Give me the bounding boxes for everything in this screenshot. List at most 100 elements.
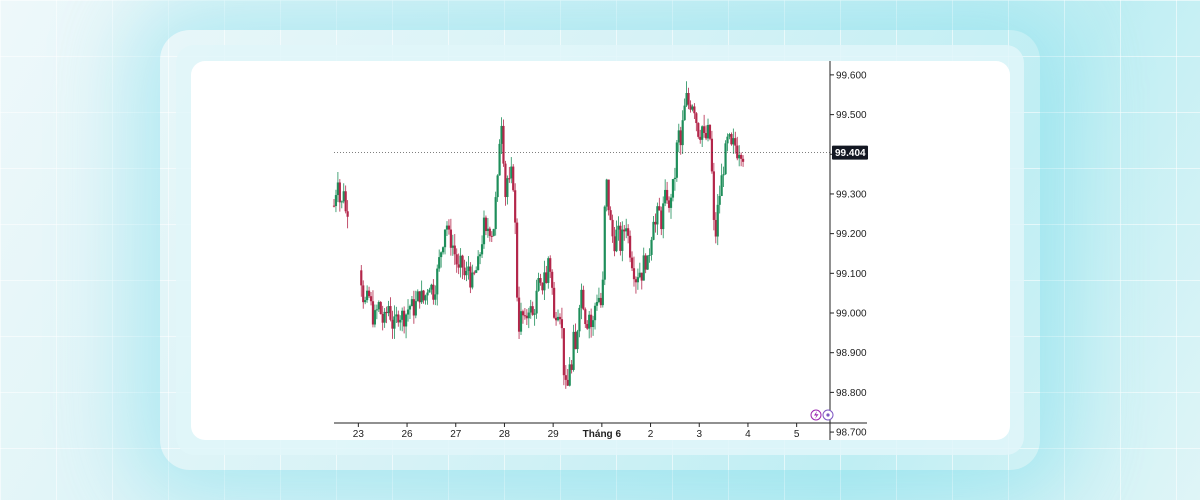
candle-body [638, 272, 641, 278]
last-price-tag: 99.404 [832, 145, 868, 160]
candle-body [465, 270, 468, 276]
candle-body [404, 314, 408, 327]
candle-body [648, 254, 651, 256]
candle-body [603, 206, 606, 280]
candle-body [414, 301, 417, 316]
candle-body [412, 299, 415, 316]
candle-body [440, 252, 443, 258]
candle-body [623, 229, 626, 232]
candle-body [669, 197, 673, 208]
event-icons[interactable] [810, 409, 834, 421]
candle-body [619, 225, 622, 251]
candle-body [451, 245, 454, 248]
candle-body [658, 206, 661, 211]
candle-body [706, 124, 710, 139]
candle-body [422, 290, 425, 301]
candle-body [332, 205, 336, 207]
x-tick-label: 27 [450, 429, 462, 440]
candle-body [704, 132, 708, 139]
candle-body [377, 302, 380, 310]
candles-layer [332, 81, 745, 389]
candle-body [537, 278, 540, 291]
candle-body [498, 143, 501, 176]
candle-body [712, 171, 715, 220]
y-tick-label: 98.800 [836, 388, 867, 399]
candle-body [393, 316, 396, 329]
candle-body [681, 120, 684, 146]
candle-body [621, 229, 624, 251]
candle-body [443, 229, 447, 248]
candle-body [475, 270, 478, 273]
candle-body [467, 266, 470, 271]
candle-body [410, 299, 414, 307]
candle-body [397, 314, 400, 323]
candle-body [628, 235, 632, 258]
candle-body [512, 166, 515, 191]
candle-body [543, 272, 546, 291]
candle-body [710, 138, 714, 172]
candle-body [502, 125, 505, 164]
candle-body [732, 138, 735, 145]
price-chart[interactable]: 99.60099.50099.40099.30099.20099.10099.0… [191, 61, 1010, 440]
candle-body [506, 178, 509, 198]
candle-body [449, 229, 452, 248]
candle-body [389, 306, 392, 320]
candle-body [364, 300, 367, 303]
candle-body [691, 106, 694, 110]
candle-body [403, 310, 406, 327]
y-tick-label: 99.300 [836, 189, 867, 200]
candle-body [701, 126, 704, 140]
candle-body [716, 204, 719, 237]
candle-body [455, 254, 458, 265]
calendar-dot-icon [826, 413, 830, 417]
candle-body [736, 145, 739, 159]
candle-body [366, 290, 369, 301]
candle-body [570, 364, 573, 370]
candle-body [340, 201, 343, 203]
y-tick-label: 98.700 [836, 428, 867, 439]
candle-body [697, 123, 700, 137]
candle-body [664, 189, 667, 204]
candle-body [473, 272, 476, 274]
candle-body [447, 225, 451, 230]
candle-body [595, 301, 599, 306]
candle-body [656, 206, 659, 225]
candle-body [461, 255, 464, 268]
candle-body [615, 229, 618, 252]
candle-body [379, 302, 382, 314]
candle-body [416, 291, 419, 302]
candle-body [482, 217, 486, 245]
candle-body [584, 309, 587, 325]
candle-body [517, 297, 521, 332]
candle-body [531, 306, 534, 315]
candle-body [547, 258, 550, 283]
candle-body [539, 278, 542, 283]
candle-body [477, 256, 480, 271]
candle-body [445, 225, 449, 230]
candle-body [391, 319, 394, 329]
candle-body [486, 228, 489, 232]
candle-body [529, 306, 532, 313]
y-tick-label: 99.200 [836, 229, 867, 240]
candle-body [695, 113, 698, 124]
candle-body [593, 305, 597, 321]
candle-body [597, 297, 601, 302]
candle-body [611, 219, 614, 237]
candle-body [673, 177, 676, 180]
candle-body [644, 255, 647, 270]
candle-body [609, 210, 612, 220]
candle-body [430, 284, 433, 290]
candle-body [514, 190, 517, 223]
candle-body [438, 257, 441, 269]
candle-body [375, 309, 378, 311]
x-tick-label: 29 [548, 429, 560, 440]
candle-body [342, 191, 345, 202]
candle-body [457, 264, 460, 268]
candle-body [395, 314, 398, 317]
last-price-label: 99.404 [835, 148, 866, 159]
candle-body [471, 272, 474, 288]
candle-body [726, 136, 729, 144]
candle-body [650, 239, 653, 255]
candle-body [640, 272, 643, 281]
chart-card: 99.60099.50099.40099.30099.20099.10099.0… [191, 61, 1010, 440]
